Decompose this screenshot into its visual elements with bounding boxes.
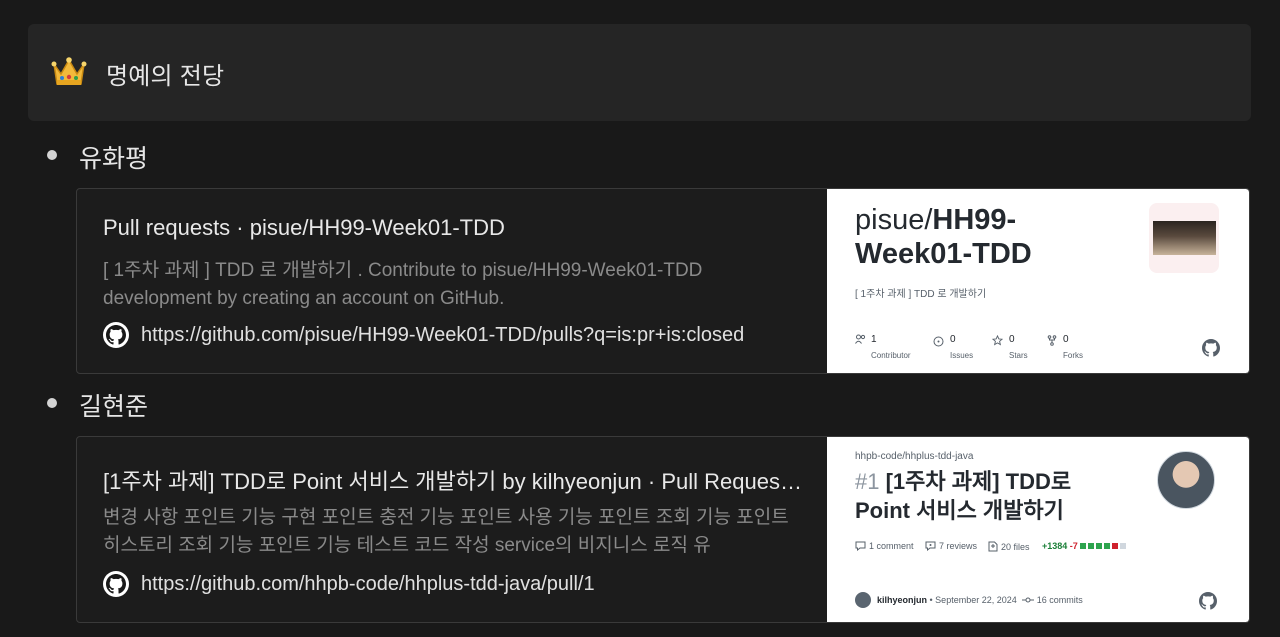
github-icon <box>103 571 129 597</box>
issue-icon <box>933 336 944 350</box>
forks-count: 0 <box>1063 334 1069 345</box>
bookmark-thumbnail: pisue/HH99-Week01-TDD [ 1주차 과제 ] TDD 로 개… <box>827 189 1249 373</box>
contributor-label: Contributor <box>871 351 911 360</box>
people-icon <box>855 334 866 347</box>
github-logo-icon <box>1199 592 1217 610</box>
issues-label: Issues <box>950 351 974 360</box>
author-mini-avatar <box>855 592 871 608</box>
github-icon <box>103 322 129 348</box>
author-avatar <box>1157 451 1215 509</box>
star-icon <box>991 334 1004 349</box>
bookmark-description: 변경 사항 포인트 기능 구현 포인트 충전 기능 포인트 사용 기능 포인트 … <box>103 507 789 556</box>
contributor-count: 1 <box>871 334 877 345</box>
reviews-meta: 7 reviews <box>925 541 977 551</box>
fork-icon <box>1047 335 1057 349</box>
stars-count: 0 <box>1009 334 1015 345</box>
bookmark-url[interactable]: https://github.com/hhpb-code/hhplus-tdd-… <box>141 573 803 596</box>
crown-icon <box>50 54 88 90</box>
bookmark-card[interactable]: Pull requests · pisue/HH99-Week01-TDD [ … <box>76 188 1250 374</box>
comments-meta: 1 comment <box>855 541 914 551</box>
thumbnail-description: [ 1주차 과제 ] TDD 로 개발하기 <box>855 289 987 300</box>
bullet-name: 길현준 <box>79 393 149 421</box>
pr-footer: kilhyeonjun • September 22, 2024 16 comm… <box>855 592 1083 608</box>
thumbnail-repo-title: pisue/HH99-Week01-TDD <box>855 204 1032 270</box>
bookmark-url[interactable]: https://github.com/pisue/HH99-Week01-TDD… <box>141 324 803 347</box>
files-meta: 20 files <box>988 541 1030 552</box>
thumbnail-repo-path: hhpb-code/hhplus-tdd-java <box>855 451 974 462</box>
repo-image <box>1149 203 1219 273</box>
bullet-dot <box>47 150 57 160</box>
bookmark-title: Pull requests · pisue/HH99-Week01-TDD <box>103 215 505 240</box>
bullet-dot <box>47 398 57 408</box>
bullet-name: 유화평 <box>79 145 149 173</box>
bookmark-card[interactable]: [1주차 과제] TDD로 Point 서비스 개발하기 by kilhyeon… <box>76 436 1250 623</box>
github-logo-icon <box>1202 339 1220 357</box>
issues-count: 0 <box>950 334 956 345</box>
bookmark-description: [ 1주차 과제 ] TDD 로 개발하기 . Contribute to pi… <box>103 260 703 309</box>
stars-label: Stars <box>1009 351 1028 360</box>
callout-title: 명예의 전당 <box>106 63 225 90</box>
forks-label: Forks <box>1063 351 1083 360</box>
bookmark-title: [1주차 과제] TDD로 Point 서비스 개발하기 by kilhyeon… <box>103 469 803 494</box>
bookmark-thumbnail: hhpb-code/hhplus-tdd-java #1 [1주차 과제] TD… <box>827 437 1249 622</box>
diff-stats: +1384 -7 <box>1042 541 1126 551</box>
thumbnail-pr-title: #1 [1주차 과제] TDD로 Point 서비스 개발하기 <box>855 469 1072 523</box>
